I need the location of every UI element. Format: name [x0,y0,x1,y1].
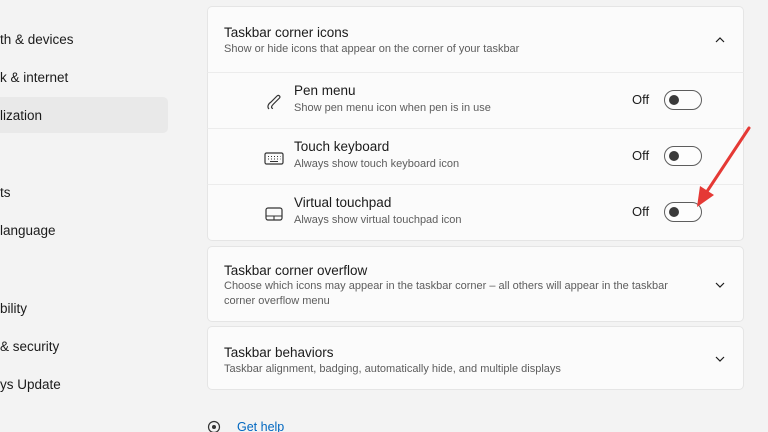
toggle-knob [669,207,679,217]
pen-menu-toggle[interactable] [664,90,702,110]
chevron-down-icon[interactable] [713,278,727,292]
pen-icon [264,93,284,111]
taskbar-corner-overflow-card[interactable]: Taskbar corner overflow Choose which ico… [207,246,744,322]
chevron-down-icon[interactable] [713,352,727,366]
taskbar-behaviors-card[interactable]: Taskbar behaviors Taskbar alignment, bad… [207,326,744,390]
sidebar-item-personalization[interactable]: lization [0,97,168,133]
sidebar-item-bluetooth-devices[interactable]: th & devices [0,21,168,57]
touchpad-icon [264,205,284,223]
pen-menu-title: Pen menu [294,83,356,98]
pen-menu-row: Pen menu Show pen menu icon when pen is … [207,72,744,128]
keyboard-icon [264,149,284,167]
virtual-touchpad-row: Virtual touchpad Always show virtual tou… [207,184,744,241]
touch-keyboard-state-label: Off [632,148,650,163]
virtual-touchpad-description: Always show virtual touchpad icon [294,214,462,226]
touch-keyboard-row: Touch keyboard Always show touch keyboar… [207,128,744,184]
sidebar-item-privacy-security[interactable]: & security [0,328,168,364]
touch-keyboard-description: Always show touch keyboard icon [294,158,460,170]
get-help[interactable]: Get help [207,420,284,432]
touch-keyboard-title: Touch keyboard [294,139,390,154]
chevron-up-icon[interactable] [713,33,727,47]
sidebar: th & devices k & internet lization ts la… [0,0,180,432]
pen-menu-state-label: Off [632,92,650,107]
toggle-knob [669,95,679,105]
virtual-touchpad-state-label: Off [632,204,650,219]
help-icon [207,420,221,432]
taskbar-corner-icons-header[interactable]: Taskbar corner icons Show or hide icons … [207,6,744,72]
sidebar-item-network-internet[interactable]: k & internet [0,59,168,95]
sidebar-item-windows-update[interactable]: ys Update [0,366,168,402]
section-description: Choose which icons may appear in the tas… [224,280,668,307]
section-title: Taskbar corner overflow [224,263,368,278]
get-help-link[interactable]: Get help [237,420,284,432]
sidebar-item-accounts[interactable]: ts [0,174,168,210]
virtual-touchpad-toggle[interactable] [664,202,702,222]
pen-menu-description: Show pen menu icon when pen is in use [294,102,491,114]
section-description: Taskbar alignment, badging, automaticall… [224,363,561,375]
touch-keyboard-toggle[interactable] [664,146,702,166]
section-title: Taskbar behaviors [224,345,334,360]
section-title: Taskbar corner icons [224,25,349,40]
section-description: Show or hide icons that appear on the co… [224,43,520,55]
sidebar-item-time-language[interactable]: language [0,212,168,248]
sidebar-item-accessibility[interactable]: bility [0,290,168,326]
virtual-touchpad-title: Virtual touchpad [294,195,392,210]
toggle-knob [669,151,679,161]
